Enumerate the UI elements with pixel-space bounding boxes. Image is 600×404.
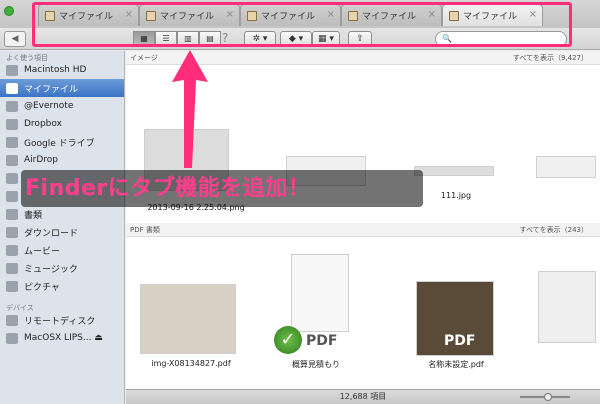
- sidebar: よく使う項目 Macintosh HD マイファイル @Evernote Dro…: [0, 51, 125, 404]
- harddisk-icon: [6, 64, 18, 76]
- sidebar-item-macosx-disk[interactable]: MacOSX LIPS... ⏏: [0, 329, 124, 347]
- pdf-badge: PDF: [444, 333, 476, 349]
- pdf-thumbnail[interactable]: [140, 284, 236, 354]
- favorites-header: よく使う項目: [6, 54, 48, 62]
- pictures-icon: [6, 280, 18, 292]
- sidebar-item-label: Google ドライブ: [24, 138, 95, 149]
- sidebar-item-documents[interactable]: 書類: [0, 205, 124, 223]
- highlight-box: [32, 2, 572, 47]
- pdf-thumbnail[interactable]: [291, 254, 349, 332]
- pdf-group-header: PDF 書類 すべてを表示（243）: [126, 223, 600, 237]
- sidebar-item-label: @Evernote: [24, 101, 74, 111]
- folder-icon: [6, 118, 18, 130]
- sidebar-item-label: Dropbox: [24, 119, 62, 129]
- file-caption: 概算見積もり: [292, 360, 340, 369]
- sidebar-item-label: ピクチャ: [24, 282, 60, 293]
- remote-disc-icon: [6, 314, 18, 326]
- sidebar-item-evernote[interactable]: @Evernote: [0, 97, 124, 115]
- icon-size-slider[interactable]: [520, 393, 570, 401]
- sidebar-item-airdrop[interactable]: AirDrop: [0, 151, 124, 169]
- file-caption: 名称未設定.pdf: [428, 360, 484, 369]
- group-title: イメージ: [130, 54, 158, 62]
- slider-knob[interactable]: [544, 393, 552, 401]
- sidebar-item-all-my-files[interactable]: マイファイル: [0, 79, 124, 97]
- sidebar-item-downloads[interactable]: ダウンロード: [0, 223, 124, 241]
- documents-icon: [6, 208, 18, 220]
- sidebar-item-label: Macintosh HD: [24, 65, 87, 75]
- sidebar-item-label: ムービー: [24, 246, 61, 257]
- movies-icon: [6, 244, 18, 256]
- zoom-button[interactable]: [4, 6, 14, 16]
- image-thumbnail[interactable]: [536, 156, 596, 178]
- sidebar-item-pictures[interactable]: ピクチャ: [0, 277, 124, 295]
- sidebar-item-movies[interactable]: ムービー: [0, 241, 124, 259]
- sidebar-item-label: ダウンロード: [24, 228, 79, 239]
- downloads-icon: [6, 226, 18, 238]
- sidebar-item-remote-disc[interactable]: リモートディスク: [0, 311, 124, 329]
- folder-icon: [6, 136, 18, 148]
- folder-icon: [6, 172, 18, 184]
- music-icon: [6, 262, 18, 274]
- pdf-badge: PDF: [306, 333, 338, 349]
- item-count: 12,688 項目: [339, 392, 387, 401]
- sidebar-item-music[interactable]: ミュージック: [0, 259, 124, 277]
- back-button[interactable]: ◀: [4, 31, 26, 47]
- file-caption: img-X08134827.pdf: [151, 359, 231, 368]
- airdrop-icon: [6, 154, 18, 166]
- image-thumbnail[interactable]: [414, 166, 494, 176]
- sidebar-item-dropbox[interactable]: Dropbox: [0, 115, 124, 133]
- status-bar: 12,688 項目: [126, 389, 600, 404]
- show-all-link[interactable]: すべてを表示（243）: [520, 225, 588, 235]
- window-controls: [4, 6, 14, 16]
- finder-window: マイファイル × マイファイル × マイファイル × マイファイル × マイファ…: [0, 0, 600, 404]
- pointer-arrow-icon: [172, 50, 208, 168]
- sidebar-item-label: AirDrop: [24, 155, 59, 165]
- pdf-thumbnail[interactable]: [538, 271, 596, 343]
- sidebar-item-label: リモートディスク: [24, 316, 96, 327]
- devices-header: デバイス: [6, 304, 34, 312]
- sidebar-item-label: マイファイル: [24, 84, 79, 95]
- folder-icon: [6, 100, 18, 112]
- sidebar-item-label: MacOSX LIPS... ⏏: [24, 333, 103, 343]
- show-all-link[interactable]: すべてを表示（9,427）: [513, 53, 588, 63]
- folder-icon: [6, 190, 18, 202]
- sidebar-item-label: ミュージック: [24, 264, 78, 275]
- file-caption: 111.jpg: [440, 191, 472, 200]
- group-title: PDF 書類: [130, 226, 160, 234]
- overlay-caption: Finderにタブ機能を追加！: [25, 176, 311, 201]
- sidebar-item-google-drive[interactable]: Google ドライブ: [0, 133, 124, 151]
- sidebar-item-label: 書類: [24, 210, 43, 221]
- checkmark-icon: ✓: [274, 326, 302, 354]
- allmyfiles-icon: [6, 82, 18, 94]
- sidebar-item-macintosh-hd[interactable]: Macintosh HD: [0, 61, 124, 79]
- disk-icon: [6, 332, 18, 344]
